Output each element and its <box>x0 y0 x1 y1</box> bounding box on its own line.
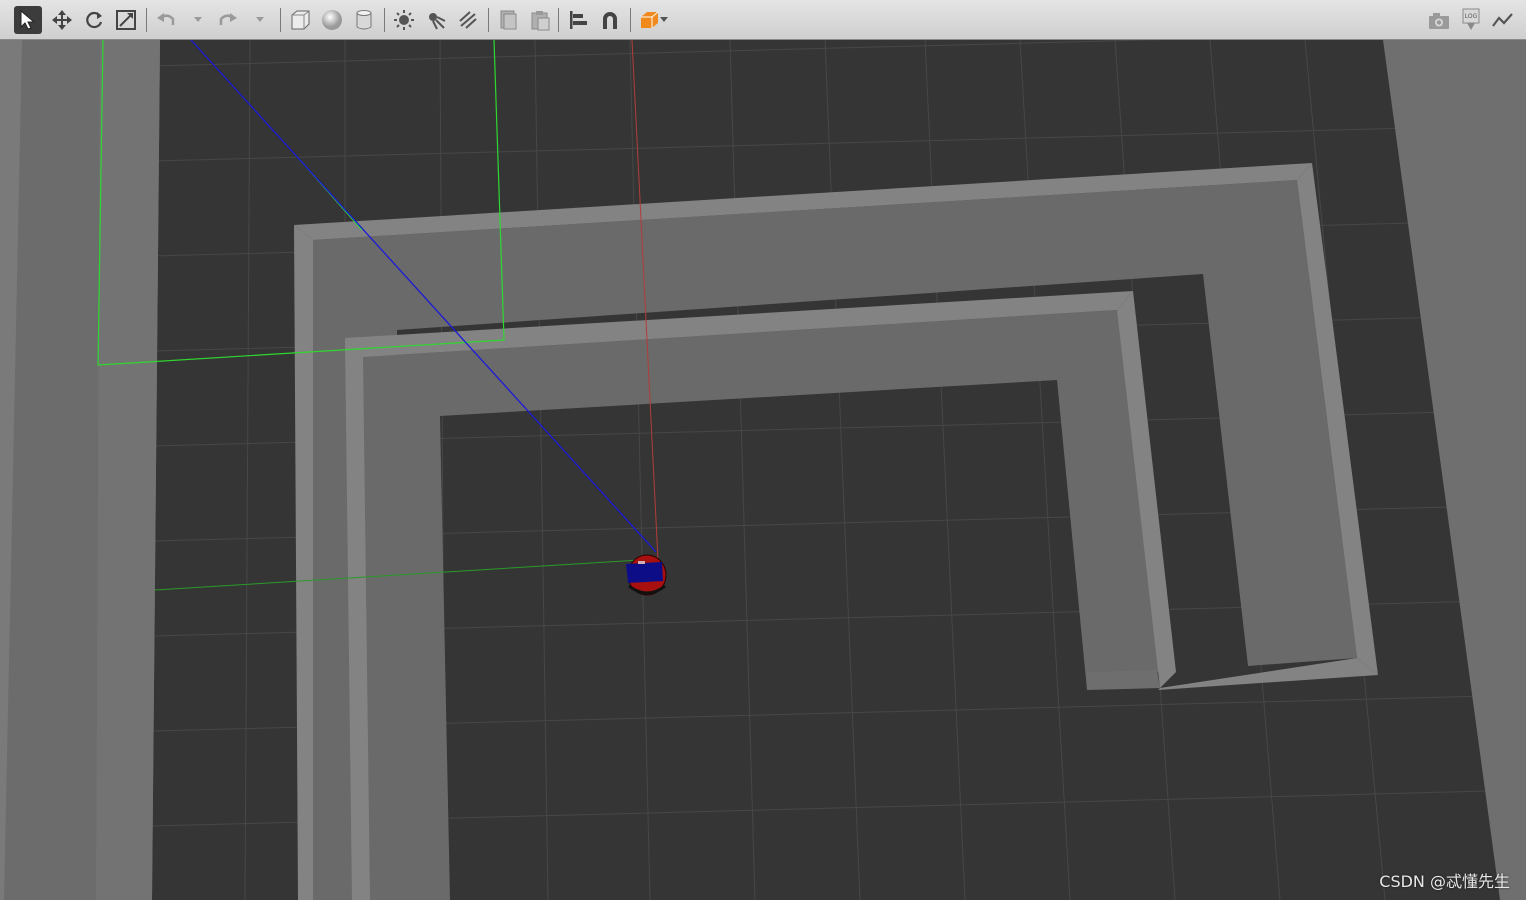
paste-button[interactable] <box>526 6 554 34</box>
insert-box-button[interactable] <box>286 6 314 34</box>
redo-button[interactable] <box>214 6 242 34</box>
chevron-down-icon <box>660 17 668 22</box>
toolbar: LOG <box>0 0 1526 40</box>
camera-icon <box>1429 13 1449 29</box>
redo-icon <box>219 13 237 25</box>
screenshot-button[interactable] <box>1425 6 1453 34</box>
chevron-down-icon <box>256 17 264 22</box>
plot-icon <box>1492 13 1513 27</box>
snap-button[interactable] <box>596 6 624 34</box>
scene-canvas[interactable] <box>0 40 1526 900</box>
spotlight-icon <box>429 13 446 30</box>
select-mode-button[interactable] <box>14 6 42 34</box>
arrow-cursor-icon <box>20 9 36 30</box>
outer-wall-left-inner <box>96 40 160 900</box>
scale-mode-button[interactable] <box>112 6 140 34</box>
log-label: LOG <box>1465 13 1478 20</box>
robot-sensor <box>638 561 645 564</box>
magnet-icon <box>603 12 617 29</box>
log-icon: LOG <box>1462 8 1480 30</box>
watermark: CSDN @忒懂先生 <box>1379 872 1510 891</box>
rotate-icon <box>86 11 103 29</box>
3d-viewport[interactable]: CSDN @忒懂先生 <box>0 40 1526 900</box>
robot-panel <box>626 562 663 583</box>
sphere-icon <box>322 10 342 30</box>
insert-sphere-button[interactable] <box>318 6 346 34</box>
scale-icon <box>116 10 136 30</box>
view-angle-dropdown[interactable] <box>658 6 670 34</box>
log-button[interactable]: LOG <box>1457 6 1485 34</box>
redo-history-dropdown[interactable] <box>254 6 266 34</box>
cylinder-icon <box>356 10 372 30</box>
undo-button[interactable] <box>152 6 180 34</box>
plot-button[interactable] <box>1489 6 1517 34</box>
sun-icon <box>394 10 414 30</box>
align-button[interactable] <box>564 6 592 34</box>
chevron-down-icon <box>194 17 202 22</box>
rotate-mode-button[interactable] <box>80 6 108 34</box>
undo-icon <box>157 13 175 25</box>
box-icon <box>291 10 310 30</box>
copy-icon <box>500 10 517 30</box>
paste-icon <box>531 11 550 31</box>
wall-inner-end-face <box>1087 670 1160 690</box>
directional-light-icon <box>459 11 477 29</box>
insert-cylinder-button[interactable] <box>350 6 378 34</box>
point-light-button[interactable] <box>390 6 418 34</box>
move-arrows-icon <box>52 10 72 30</box>
spot-light-button[interactable] <box>422 6 450 34</box>
directional-light-button[interactable] <box>454 6 482 34</box>
undo-history-dropdown[interactable] <box>192 6 204 34</box>
copy-button[interactable] <box>494 6 522 34</box>
translate-mode-button[interactable] <box>48 6 76 34</box>
align-icon <box>570 11 587 29</box>
